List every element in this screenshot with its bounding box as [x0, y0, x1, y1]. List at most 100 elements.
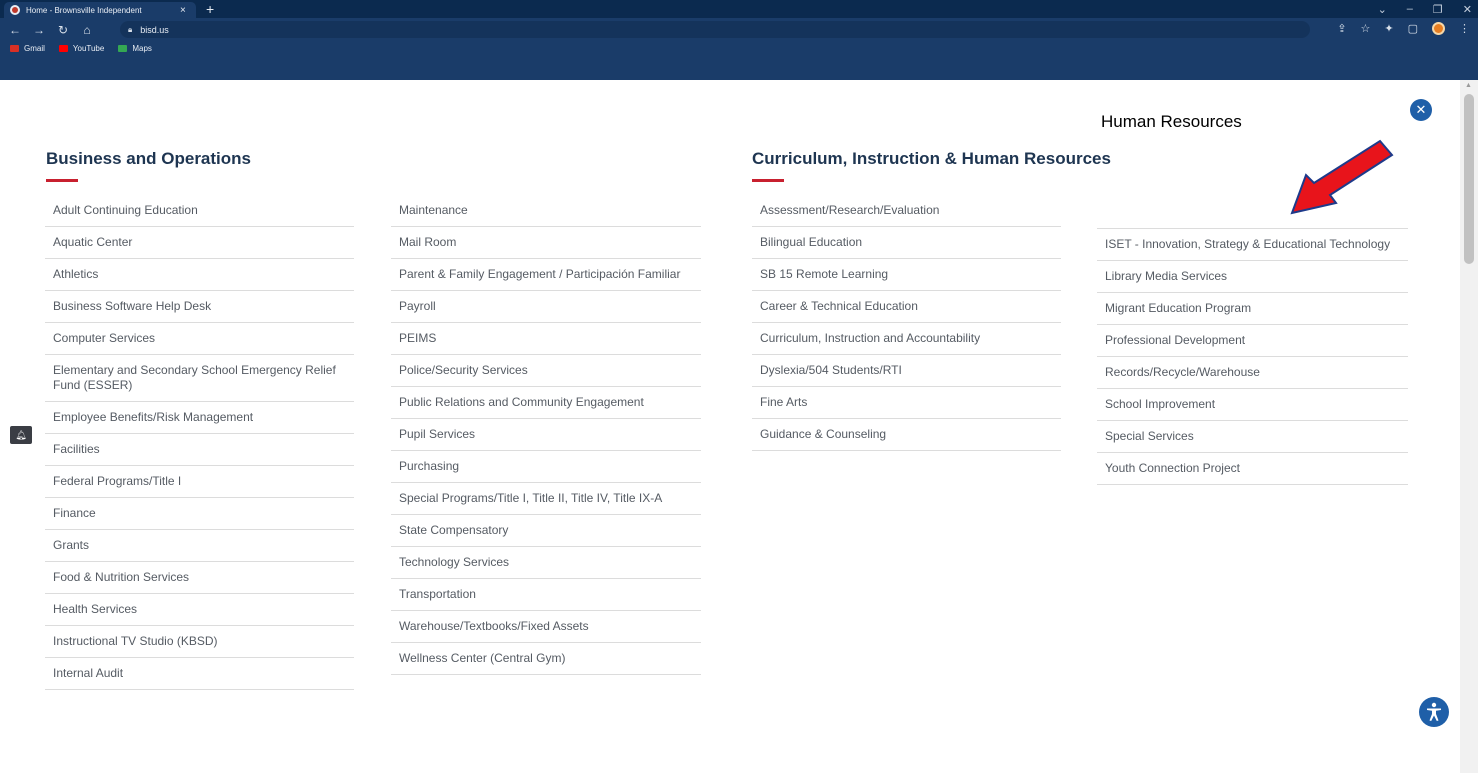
menu-link-business[interactable]: Adult Continuing Education	[45, 195, 354, 227]
menu-link-curriculum[interactable]: Career & Technical Education	[752, 291, 1061, 323]
menu-link-business[interactable]: Parent & Family Engagement / Participaci…	[391, 259, 701, 291]
maps-icon	[118, 45, 128, 52]
business-column-1: Adult Continuing Education Aquatic Center…	[45, 195, 354, 690]
menu-link-curriculum[interactable]: Records/Recycle/Warehouse	[1097, 357, 1408, 389]
menu-link-business[interactable]: Purchasing	[391, 451, 701, 483]
menu-link-curriculum[interactable]: Dyslexia/504 Students/RTI	[752, 355, 1061, 387]
site-header-band	[0, 56, 1478, 80]
menu-link-business[interactable]: Technology Services	[391, 547, 701, 579]
url-text: bisd.us	[140, 24, 169, 35]
menu-link-business[interactable]: Grants	[45, 530, 354, 562]
menu-link-business[interactable]: Payroll	[391, 291, 701, 323]
menu-link-business[interactable]: Athletics	[45, 259, 354, 291]
tab-close-icon[interactable]: ×	[180, 5, 186, 16]
reload-icon[interactable]: ↻	[54, 23, 72, 37]
menu-link-curriculum[interactable]: SB 15 Remote Learning	[752, 259, 1061, 291]
window-close-icon[interactable]: ✕	[1463, 3, 1472, 16]
bookmark-youtube[interactable]: YouTube	[58, 44, 105, 53]
menu-link-business[interactable]: Federal Programs/Title I	[45, 466, 354, 498]
human-resources-annotation[interactable]: Human Resources	[1101, 112, 1242, 132]
new-tab-button[interactable]: +	[206, 1, 214, 17]
tab-search-icon[interactable]: ⌄	[1378, 3, 1387, 16]
maximize-icon[interactable]: ❐	[1433, 3, 1443, 16]
bookmark-maps[interactable]: Maps	[118, 44, 152, 53]
site-favicon-icon	[10, 5, 20, 15]
scroll-up-icon[interactable]: ▲	[1465, 82, 1472, 89]
address-bar[interactable]: 🔒︎ bisd.us	[120, 21, 1310, 38]
bookmark-label: Maps	[132, 44, 152, 53]
forward-icon[interactable]: →	[30, 23, 48, 37]
menu-link-business[interactable]: Aquatic Center	[45, 227, 354, 259]
section-title-curriculum: Curriculum, Instruction & Human Resource…	[752, 149, 1111, 168]
menu-link-curriculum[interactable]: Special Services	[1097, 421, 1408, 453]
section-underline	[46, 179, 78, 182]
menu-link-curriculum[interactable]: Professional Development	[1097, 325, 1408, 357]
menu-link-business[interactable]: Health Services	[45, 594, 354, 626]
window-controls: ⌄ – ❐ ✕	[1378, 0, 1472, 18]
menu-link-business[interactable]: Computer Services	[45, 323, 354, 355]
bookmark-label: YouTube	[72, 44, 105, 53]
section-title-business: Business and Operations	[46, 149, 251, 168]
menu-link-business[interactable]: Warehouse/Textbooks/Fixed Assets	[391, 611, 701, 643]
bookmarks-bar: Gmail YouTube Maps	[0, 41, 1478, 56]
sidepanel-icon[interactable]: ▢	[1408, 22, 1418, 35]
back-icon[interactable]: ←	[6, 23, 24, 37]
profile-avatar[interactable]	[1432, 22, 1445, 35]
menu-link-business[interactable]: Finance	[45, 498, 354, 530]
scroll-thumb[interactable]	[1464, 94, 1474, 264]
browser-tab-strip: Home - Brownsville Independent × + ⌄ – ❐…	[0, 0, 1478, 18]
browser-tab[interactable]: Home - Brownsville Independent ×	[4, 2, 196, 18]
menu-link-curriculum[interactable]: ISET - Innovation, Strategy & Educationa…	[1097, 229, 1408, 261]
mega-menu-overlay: ✕ Business and Operations Curriculum, In…	[0, 80, 1460, 773]
browser-toolbar: ← → ↻ ⌂ 🔒︎ bisd.us ⇪ ☆ ✦ ▢ ⋮ Gmail YouTu…	[0, 18, 1478, 56]
menu-link-curriculum[interactable]: Migrant Education Program	[1097, 293, 1408, 325]
bookmark-star-icon[interactable]: ☆	[1361, 22, 1371, 35]
menu-link-curriculum[interactable]: Assessment/Research/Evaluation	[752, 195, 1061, 227]
menu-link-business[interactable]: Internal Audit	[45, 658, 354, 690]
menu-link-curriculum[interactable]: School Improvement	[1097, 389, 1408, 421]
menu-link-business[interactable]: Facilities	[45, 434, 354, 466]
curriculum-column-2: ISET - Innovation, Strategy & Educationa…	[1097, 195, 1408, 485]
menu-link-business[interactable]: Pupil Services	[391, 419, 701, 451]
bookmark-gmail[interactable]: Gmail	[10, 44, 45, 53]
menu-link-business[interactable]: Employee Benefits/Risk Management	[45, 402, 354, 434]
menu-link-business[interactable]: Police/Security Services	[391, 355, 701, 387]
menu-link-curriculum[interactable]: Fine Arts	[752, 387, 1061, 419]
menu-link-business[interactable]: Mail Room	[391, 227, 701, 259]
menu-link-business[interactable]: Elementary and Secondary School Emergenc…	[45, 355, 354, 402]
menu-link-business[interactable]: PEIMS	[391, 323, 701, 355]
menu-link-curriculum[interactable]: Curriculum, Instruction and Accountabili…	[752, 323, 1061, 355]
close-menu-button[interactable]: ✕	[1410, 99, 1432, 121]
minimize-icon[interactable]: –	[1407, 3, 1413, 15]
menu-link-curriculum[interactable]: Guidance & Counseling	[752, 419, 1061, 451]
business-column-2: Maintenance Mail Room Parent & Family Enga…	[391, 195, 701, 675]
menu-dots-icon[interactable]: ⋮	[1459, 22, 1470, 35]
menu-link-business[interactable]: Instructional TV Studio (KBSD)	[45, 626, 354, 658]
menu-link-curriculum[interactable]: Bilingual Education	[752, 227, 1061, 259]
youtube-icon	[58, 45, 68, 52]
menu-link-business[interactable]: Special Programs/Title I, Title II, Titl…	[391, 483, 701, 515]
notification-bell-icon[interactable]: 🔔︎	[10, 426, 32, 444]
menu-link-business[interactable]: Transportation	[391, 579, 701, 611]
bookmark-label: Gmail	[24, 44, 45, 53]
share-icon[interactable]: ⇪	[1337, 22, 1346, 35]
accessibility-icon[interactable]	[1419, 697, 1449, 727]
menu-link-business[interactable]: Maintenance	[391, 195, 701, 227]
lock-icon: 🔒︎	[128, 24, 133, 34]
menu-link-business[interactable]: Wellness Center (Central Gym)	[391, 643, 701, 675]
menu-link-business[interactable]: Public Relations and Community Engagemen…	[391, 387, 701, 419]
tab-title: Home - Brownsville Independent	[26, 5, 142, 15]
section-underline	[752, 179, 784, 182]
menu-link-business[interactable]: Business Software Help Desk	[45, 291, 354, 323]
home-icon[interactable]: ⌂	[78, 23, 96, 37]
toolbar-actions: ⇪ ☆ ✦ ▢ ⋮	[1337, 22, 1470, 35]
red-arrow-annotation-icon	[1290, 139, 1394, 215]
menu-link-business[interactable]: Food & Nutrition Services	[45, 562, 354, 594]
gmail-icon	[10, 45, 19, 52]
menu-link-business[interactable]: State Compensatory	[391, 515, 701, 547]
curriculum-column-1: Assessment/Research/Evaluation Bilingual …	[752, 195, 1061, 451]
menu-link-curriculum[interactable]: Youth Connection Project	[1097, 453, 1408, 485]
page-scrollbar[interactable]: ▲	[1460, 80, 1478, 773]
menu-link-curriculum[interactable]: Library Media Services	[1097, 261, 1408, 293]
extensions-icon[interactable]: ✦	[1384, 22, 1393, 35]
